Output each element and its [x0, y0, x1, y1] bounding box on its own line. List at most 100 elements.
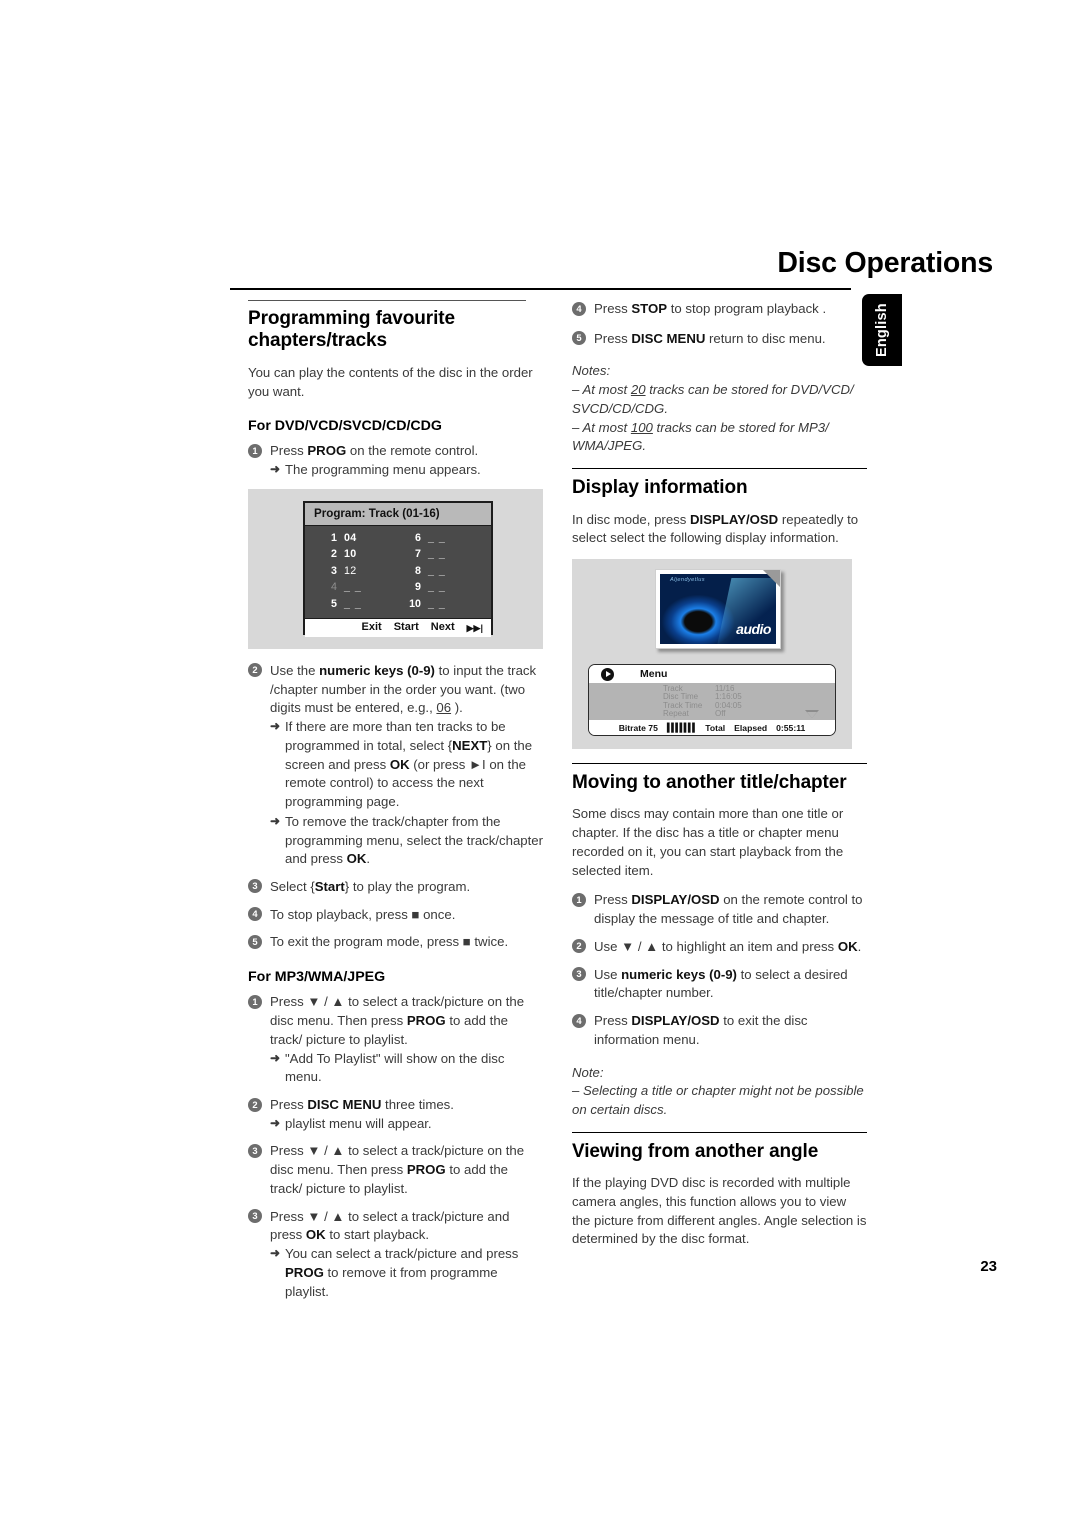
arrow-icon: ➜: [270, 719, 281, 734]
disc-cover-wordmark: Aljendyetlus: [670, 577, 705, 584]
osd-program-row: 7 _ _: [401, 547, 481, 564]
osd-next-button[interactable]: Next: [431, 620, 455, 636]
step-item: 3 Press ▼ / ▲ to select a track/picture …: [248, 1142, 543, 1198]
osd-row-index: 6: [415, 531, 421, 544]
step-text: Press DISC MENU three times.: [270, 1097, 454, 1113]
step-sub-note: ➜ If there are more than ten tracks to b…: [270, 718, 543, 812]
bitrate-bars-icon: ▌▌▌▌▌▌▌: [666, 722, 698, 733]
step-number: 5: [248, 934, 262, 949]
step-text: Press PROG on the remote control.: [270, 443, 479, 459]
osd-program-title: Program: Track (01-16): [305, 502, 491, 526]
osd-menu-label: Menu: [640, 667, 668, 680]
step-item: 2 Press DISC MENU three times. ➜ playlis…: [248, 1096, 543, 1133]
chevron-down-icon[interactable]: [805, 710, 819, 719]
step-item: 1 Press ▼ / ▲ to select a track/picture …: [248, 993, 543, 1087]
note-item: – Selecting a title or chapter might not…: [572, 1083, 864, 1117]
section-divider: [572, 468, 867, 470]
right-column: 4 Press STOP to stop program playback . …: [572, 300, 867, 1260]
step-text: Press ▼ / ▲ to select a track/picture on…: [270, 994, 525, 1047]
programming-intro: You can play the contents of the disc in…: [248, 364, 533, 399]
osd-row-value: _ _: [344, 597, 362, 610]
bitrate-label: Bitrate 75: [618, 722, 658, 733]
step-sub-note: ➜ You can select a track/picture and pre…: [270, 1245, 543, 1301]
osd-row-index: 4: [331, 581, 337, 594]
arrow-icon: ➜: [270, 462, 281, 477]
osd-program-column-right: 6 _ _ 7 _ _ 8 _ _ 9 _ _ 10 _ _: [401, 530, 481, 613]
osd-program-column-left: 1 04 2 10 3 12 4 _ _ 5 _ _: [317, 530, 397, 613]
step-number: 1: [572, 892, 586, 907]
section-divider: [248, 300, 526, 301]
osd-exit-button[interactable]: Exit: [362, 620, 382, 636]
step-sub-note-text: playlist menu will appear.: [285, 1115, 432, 1131]
note-block: Note: – Selecting a title or chapter mig…: [572, 1064, 867, 1120]
notes-heading: Notes:: [572, 363, 611, 379]
osd-row-value: _ _: [428, 597, 446, 610]
osd-row-index: 2: [331, 548, 337, 561]
osd-row-value: _ _: [344, 581, 362, 594]
osd-row-value: _ _: [428, 581, 446, 594]
osd-row-value: _ _: [428, 548, 446, 561]
step-number: 5: [572, 331, 586, 346]
step-sub-note: ➜ To remove the track/chapter from the p…: [270, 813, 543, 869]
osd-program-row: 6 _ _: [401, 530, 481, 547]
step-item: 4 To stop playback, press ■ once.: [248, 906, 543, 925]
arrow-icon: ➜: [270, 1115, 281, 1130]
manual-page: Disc Operations English Programming favo…: [0, 0, 1080, 1528]
note-item: – At most 100 tracks can be stored for M…: [572, 419, 829, 454]
step-text: Use ▼ / ▲ to highlight an item and press…: [594, 938, 862, 954]
step-text: Press ▼ / ▲ to select a track/picture on…: [270, 1143, 525, 1196]
viewing-angle-body: If the playing DVD disc is recorded with…: [572, 1175, 867, 1247]
section-heading-display-information: Display information: [572, 477, 748, 499]
osd-info-row[interactable]: Repeat Off: [589, 709, 835, 719]
step-number: 2: [248, 1097, 262, 1112]
page-number: 23: [980, 1258, 997, 1275]
page-title: Disc Operations: [777, 247, 993, 279]
disc-cover-art: Aljendyetlus audio: [660, 574, 776, 645]
osd-start-button[interactable]: Start: [394, 620, 419, 636]
step-text: Use numeric keys (0-9) to select a desir…: [594, 966, 848, 1001]
step-item: 2 Use ▼ / ▲ to highlight an item and pre…: [572, 938, 867, 957]
step-text: Use the numeric keys (0-9) to input the …: [270, 662, 537, 716]
step-sub-note-text: The programming menu appears.: [285, 462, 481, 478]
step-item: 5 Press DISC MENU return to disc menu.: [572, 330, 867, 349]
step-number: 3: [248, 1209, 262, 1224]
osd-row-index: 10: [409, 597, 421, 610]
total-label: Total: [705, 722, 726, 733]
step-text: To exit the program mode, press ■ twice.: [270, 934, 509, 950]
osd-program-row: 1 04: [317, 530, 397, 547]
step-sub-note-text: If there are more than ten tracks to be …: [285, 719, 533, 810]
osd-program-row: 8 _ _: [401, 563, 481, 580]
osd-program-footer: Exit Start Next ▶▶|: [305, 617, 491, 637]
step-text: To stop playback, press ■ once.: [270, 906, 456, 922]
osd-row-index: 1: [331, 531, 337, 544]
step-sub-note: ➜ The programming menu appears.: [270, 461, 543, 480]
osd-program-row: 5 _ _: [317, 596, 397, 613]
step-sub-note: ➜ "Add To Playlist" will show on the dis…: [270, 1050, 543, 1087]
osd-row-index: 8: [415, 564, 421, 577]
step-item: 3 Select {Start} to play the program.: [248, 878, 543, 897]
osd-row-value: _ _: [428, 531, 446, 544]
step-number: 4: [248, 907, 262, 922]
step-number: 2: [572, 939, 586, 954]
page-curl-icon: [763, 570, 780, 588]
header-divider: [230, 288, 851, 290]
step-number: 4: [572, 1013, 586, 1028]
step-sub-note: ➜ playlist menu will appear.: [270, 1115, 543, 1134]
osd-program-panel: Program: Track (01-16) 1 04 2 10 3 12 4 _ _ …: [303, 500, 493, 637]
osd-row-value: _ _: [428, 564, 446, 577]
language-tab: English: [862, 294, 902, 366]
step-item: 3 Use numeric keys (0-9) to select a des…: [572, 966, 867, 1003]
step-item: 1 Press PROG on the remote control. ➜ Th…: [248, 442, 543, 479]
step-number: 3: [248, 879, 262, 894]
osd-info-key: Repeat: [663, 709, 689, 719]
play-icon: [601, 667, 614, 681]
notes-block: Notes: – At most 20 tracks can be stored…: [572, 362, 867, 456]
osd-info-rows: Track 11/16 Disc Time 1:16:05 Track Time 0:…: [589, 683, 835, 721]
disc-cover-thumbnail: Aljendyetlus audio: [655, 569, 781, 650]
section-divider: [572, 1131, 867, 1133]
osd-info-footer: Bitrate 75 ▌▌▌▌▌▌▌ Total Elapsed 0:55:11: [589, 720, 835, 736]
step-text: Select {Start} to play the program.: [270, 878, 471, 894]
step-text: Press DISPLAY/OSD on the remote control …: [594, 892, 863, 927]
step-sub-note-text: You can select a track/picture and press…: [285, 1246, 519, 1299]
step-text: Press ▼ / ▲ to select a track/picture an…: [270, 1208, 510, 1243]
